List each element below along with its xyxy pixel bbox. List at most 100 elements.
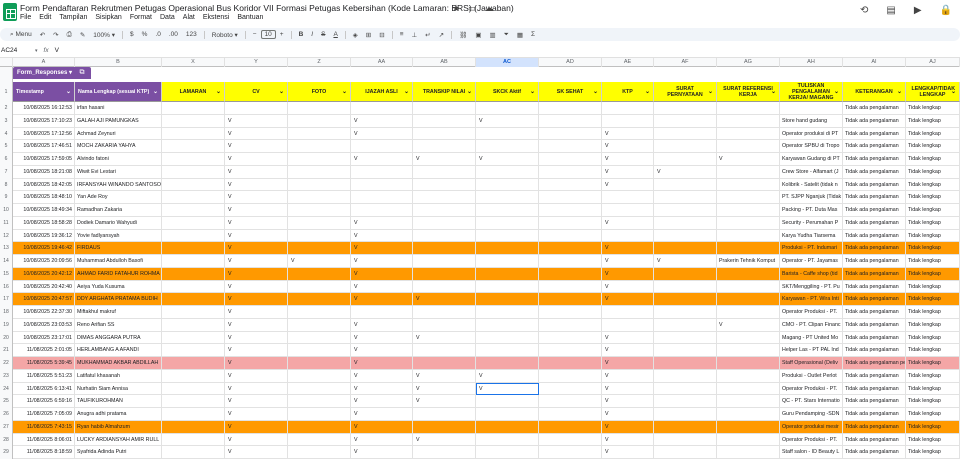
cell-ad[interactable]	[539, 293, 602, 306]
cell-x[interactable]	[162, 420, 225, 434]
history-icon[interactable]: ⟲	[860, 5, 868, 16]
cell-ab[interactable]	[413, 102, 476, 115]
cell-a[interactable]: 10/08/2025 20:09:56	[13, 255, 75, 268]
cell-a[interactable]: 10/08/2025 17:46:51	[13, 140, 75, 153]
corner-cell[interactable]	[0, 67, 13, 82]
cell-af[interactable]	[654, 446, 717, 459]
search-icon[interactable]: ⌕ Menu	[6, 31, 36, 39]
cell-ag[interactable]	[717, 382, 780, 395]
cell-z[interactable]	[288, 280, 351, 293]
font-size-input[interactable]: 10	[260, 30, 276, 39]
cell-ai[interactable]: Tidak ada pengalaman	[843, 114, 906, 128]
column-header-a[interactable]: A	[13, 58, 75, 67]
cell-b[interactable]: HERLAMBANG A AFANDI	[75, 344, 162, 357]
select-all-corner[interactable]	[0, 58, 13, 67]
cell-af[interactable]	[654, 229, 717, 242]
cell-y[interactable]: V	[225, 153, 288, 166]
cell-ab[interactable]	[413, 204, 476, 217]
column-header-ae[interactable]: AE	[602, 58, 654, 67]
cell-ah[interactable]: Karya Yudha Tiarsema	[780, 229, 843, 242]
cell-b[interactable]: Yovie fadlyansyah	[75, 229, 162, 242]
cell-b[interactable]: Yan Ade Roy	[75, 191, 162, 204]
cell-ah[interactable]: Operator - PT. Jayamas	[780, 255, 843, 268]
cell-y[interactable]: V	[225, 204, 288, 217]
cell-ae[interactable]	[602, 102, 654, 115]
cell-z[interactable]	[288, 216, 351, 230]
cell-ag[interactable]	[717, 446, 780, 459]
row-number[interactable]: 13	[0, 242, 13, 255]
column-header-ah[interactable]: AH	[780, 58, 843, 67]
cell-ad[interactable]	[539, 433, 602, 446]
cell-a[interactable]: 10/08/2025 17:10:23	[13, 114, 75, 128]
cloud-status-icon[interactable]: ☁	[485, 3, 494, 14]
cell-ad[interactable]	[539, 178, 602, 191]
cell-z[interactable]	[288, 306, 351, 319]
cell-af[interactable]	[654, 153, 717, 166]
cell-ah[interactable]: Operator SPBU di Tropo	[780, 140, 843, 153]
cell-aa[interactable]: V	[351, 255, 413, 268]
cell-a[interactable]: 10/08/2025 19:46:42	[13, 242, 75, 255]
cell-ad[interactable]	[539, 318, 602, 332]
row-number[interactable]: 11	[0, 216, 13, 230]
cell-a[interactable]: 11/08/2025 5:51:23	[13, 369, 75, 383]
column-header-x[interactable]: X	[162, 58, 225, 67]
cell-x[interactable]	[162, 153, 225, 166]
borders-icon[interactable]: ⊞	[362, 31, 375, 39]
cell-a[interactable]: 10/08/2025 19:36:12	[13, 229, 75, 242]
cell-z[interactable]	[288, 140, 351, 153]
cell-aj[interactable]: Tidak lengkap	[906, 318, 960, 332]
row-number[interactable]: 4	[0, 127, 13, 141]
cell-ad[interactable]	[539, 127, 602, 140]
cell-ag[interactable]	[717, 357, 780, 370]
cell-ah[interactable]: Security - Perumahan P	[780, 216, 843, 230]
cell-ag[interactable]	[717, 178, 780, 191]
cell-aj[interactable]: Tidak lengkap	[906, 382, 960, 395]
cell-aj[interactable]: Tidak lengkap	[906, 204, 960, 217]
cell-ad[interactable]	[539, 369, 602, 383]
zoom-select[interactable]: 100% ▾	[89, 31, 119, 39]
cell-ac[interactable]	[476, 242, 539, 255]
percent-button[interactable]: %	[138, 31, 152, 38]
cell-y[interactable]: V	[225, 178, 288, 191]
cell-ad[interactable]	[539, 267, 602, 281]
cell-ab[interactable]	[413, 408, 476, 421]
cell-y[interactable]: V	[225, 420, 288, 434]
cell-ai[interactable]: Tidak ada pengalaman	[843, 204, 906, 217]
cell-aa[interactable]: V	[351, 382, 413, 395]
cell-ab[interactable]	[413, 420, 476, 434]
cell-ag[interactable]	[717, 395, 780, 408]
cell-ac[interactable]	[476, 140, 539, 153]
cell-a[interactable]: 10/08/2025 16:12:53	[13, 102, 75, 115]
filter-dropdown-icon[interactable]: ⌄	[530, 89, 535, 95]
cell-ah[interactable]: Produksi - Outlet Perlot	[780, 369, 843, 383]
fill-color-icon[interactable]: ◈	[349, 31, 362, 39]
cell-af[interactable]: V	[654, 255, 717, 268]
cell-ab[interactable]	[413, 446, 476, 459]
cell-b[interactable]: Ryan habib Almahzum	[75, 420, 162, 434]
horizontal-align-icon[interactable]: ≡	[396, 31, 408, 38]
cell-z[interactable]	[288, 408, 351, 421]
column-header-ai[interactable]: AI	[843, 58, 906, 67]
cell-ad[interactable]	[539, 204, 602, 217]
cell-aj[interactable]: Tidak lengkap	[906, 127, 960, 140]
cell-ad[interactable]	[539, 102, 602, 115]
share-lock-icon[interactable]: 🔒	[940, 5, 952, 16]
cell-ag[interactable]	[717, 344, 780, 357]
cell-x[interactable]	[162, 369, 225, 383]
cell-ai[interactable]: Tidak ada pengalaman	[843, 165, 906, 179]
cell-x[interactable]	[162, 408, 225, 421]
cell-x[interactable]	[162, 114, 225, 128]
cell-ae[interactable]: V	[602, 165, 654, 179]
cell-ae[interactable]: V	[602, 331, 654, 344]
cell-af[interactable]	[654, 114, 717, 128]
cell-ah[interactable]: Operator Produksi - PT.	[780, 306, 843, 319]
cell-aj[interactable]: Tidak lengkap	[906, 102, 960, 115]
column-heading-lengkap[interactable]: LENGKAP/TIDAK LENGKAP ⌄	[906, 82, 960, 102]
cell-af[interactable]	[654, 191, 717, 204]
cell-ae[interactable]: V	[602, 140, 654, 153]
cell-ae[interactable]: V	[602, 395, 654, 408]
cell-z[interactable]	[288, 165, 351, 179]
sheets-logo-icon[interactable]	[3, 3, 17, 21]
cell-z[interactable]	[288, 242, 351, 255]
cell-ac[interactable]	[476, 318, 539, 332]
